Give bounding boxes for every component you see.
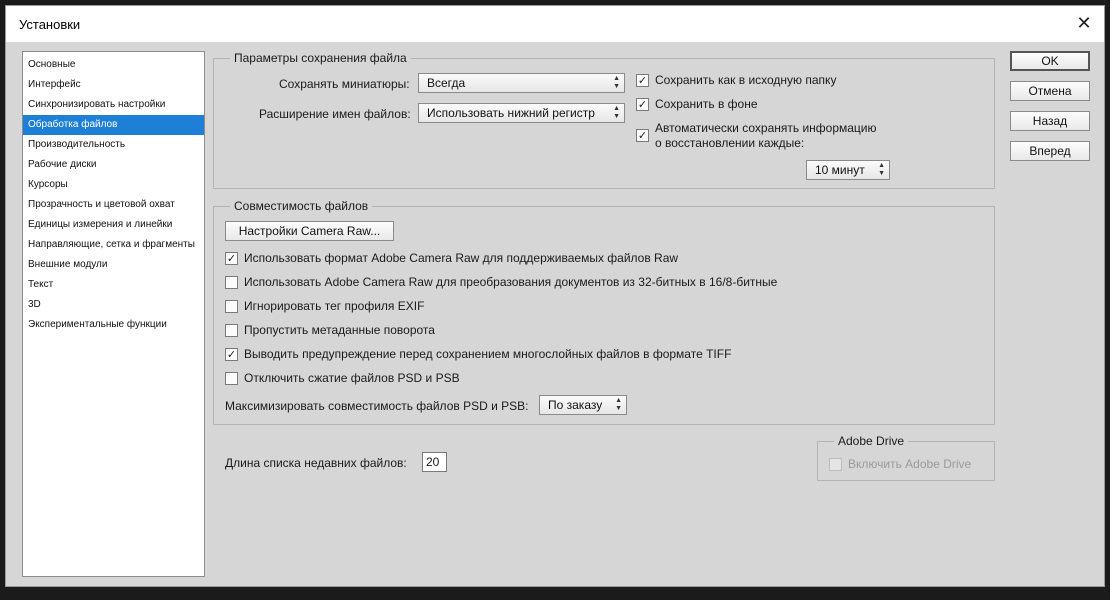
ignore-exif-label: Игнорировать тег профиля EXIF [244, 299, 425, 313]
ignore-rotation-label: Пропустить метаданные поворота [244, 323, 435, 337]
extension-label: Расширение имен файлов: [259, 107, 411, 121]
maximize-compat-value: По заказу [548, 398, 603, 412]
use-camera-raw-checkbox[interactable]: ✓ [225, 252, 238, 265]
sidebar-item-interface[interactable]: Интерфейс [23, 75, 204, 95]
maximize-compat-label: Максимизировать совместимость файлов PSD… [225, 399, 529, 413]
autosave-interval-select[interactable]: 10 минут ▲ ▼ [806, 160, 890, 180]
autosave-label-line2: о восстановлении каждые: [655, 136, 805, 150]
sidebar-item-general[interactable]: Основные [23, 55, 204, 75]
disable-compression-label: Отключить сжатие файлов PSD и PSB [244, 371, 460, 385]
maximize-compat-select[interactable]: По заказу ▲ ▼ [539, 395, 627, 415]
enable-adobe-drive-checkbox [829, 458, 842, 471]
recent-files-label: Длина списка недавних файлов: [225, 456, 407, 470]
ignore-exif-checkbox[interactable] [225, 300, 238, 313]
autosave-interval-value: 10 минут [815, 163, 865, 177]
camera-raw-32bit-label: Использовать Adobe Camera Raw для преобр… [244, 275, 778, 289]
preferences-dialog: Установки ✕ Основные Интерфейс Синхрониз… [5, 5, 1105, 587]
save-original-folder-checkbox[interactable]: ✓ [636, 74, 649, 87]
ok-button[interactable]: OK [1010, 51, 1090, 71]
camera-raw-32bit-checkbox[interactable] [225, 276, 238, 289]
spinner-icon: ▲ ▼ [878, 162, 885, 177]
sidebar-item-plugins[interactable]: Внешние модули [23, 255, 204, 275]
category-list: Основные Интерфейс Синхронизировать наст… [22, 51, 205, 577]
extension-select[interactable]: Использовать нижний регистр ▲ ▼ [418, 103, 625, 123]
camera-raw-settings-button[interactable]: Настройки Camera Raw... [225, 221, 394, 241]
thumbnails-value: Всегда [427, 76, 466, 90]
sidebar-item-guides-grid[interactable]: Направляющие, сетка и фрагменты [23, 235, 204, 255]
save-original-folder-label: Сохранить как в исходную папку [655, 73, 837, 87]
title-bar: Установки ✕ [6, 6, 1104, 42]
autosave-label-line1: Автоматически сохранять информацию [655, 121, 877, 135]
dialog-title: Установки [19, 17, 81, 32]
thumbnails-label: Сохранять миниатюры: [279, 77, 410, 91]
forward-button[interactable]: Вперед [1010, 141, 1090, 161]
spinner-icon: ▲ ▼ [615, 397, 622, 412]
ignore-rotation-checkbox[interactable] [225, 324, 238, 337]
recent-files-input[interactable]: 20 [422, 452, 447, 472]
use-camera-raw-label: Использовать формат Adobe Camera Raw для… [244, 251, 679, 265]
tiff-warning-checkbox[interactable]: ✓ [225, 348, 238, 361]
extension-value: Использовать нижний регистр [427, 106, 595, 120]
sidebar-item-file-handling[interactable]: Обработка файлов [23, 115, 204, 135]
enable-adobe-drive-label: Включить Adobe Drive [848, 457, 972, 471]
sidebar-item-3d[interactable]: 3D [23, 295, 204, 315]
tiff-warning-label: Выводить предупреждение перед сохранение… [244, 347, 732, 361]
close-icon[interactable]: ✕ [1072, 12, 1096, 36]
sidebar-item-sync-settings[interactable]: Синхронизировать настройки [23, 95, 204, 115]
sidebar-item-technology-previews[interactable]: Экспериментальные функции [23, 315, 204, 335]
disable-compression-checkbox[interactable] [225, 372, 238, 385]
sidebar-item-type[interactable]: Текст [23, 275, 204, 295]
sidebar-item-cursors[interactable]: Курсоры [23, 175, 204, 195]
adobe-drive-legend: Adobe Drive [838, 434, 905, 448]
spinner-icon: ▲ ▼ [613, 105, 620, 120]
sidebar-item-scratch-disks[interactable]: Рабочие диски [23, 155, 204, 175]
save-options-legend: Параметры сохранения файла [234, 51, 407, 65]
sidebar-item-performance[interactable]: Производительность [23, 135, 204, 155]
spinner-icon: ▲ ▼ [613, 75, 620, 90]
autosave-checkbox[interactable]: ✓ [636, 129, 649, 142]
compatibility-legend: Совместимость файлов [234, 199, 369, 213]
save-background-checkbox[interactable]: ✓ [636, 98, 649, 111]
sidebar-item-transparency[interactable]: Прозрачность и цветовой охват [23, 195, 204, 215]
thumbnails-select[interactable]: Всегда ▲ ▼ [418, 73, 625, 93]
sidebar-item-units-rulers[interactable]: Единицы измерения и линейки [23, 215, 204, 235]
back-button[interactable]: Назад [1010, 111, 1090, 131]
save-background-label: Сохранить в фоне [655, 97, 758, 111]
cancel-button[interactable]: Отмена [1010, 81, 1090, 101]
